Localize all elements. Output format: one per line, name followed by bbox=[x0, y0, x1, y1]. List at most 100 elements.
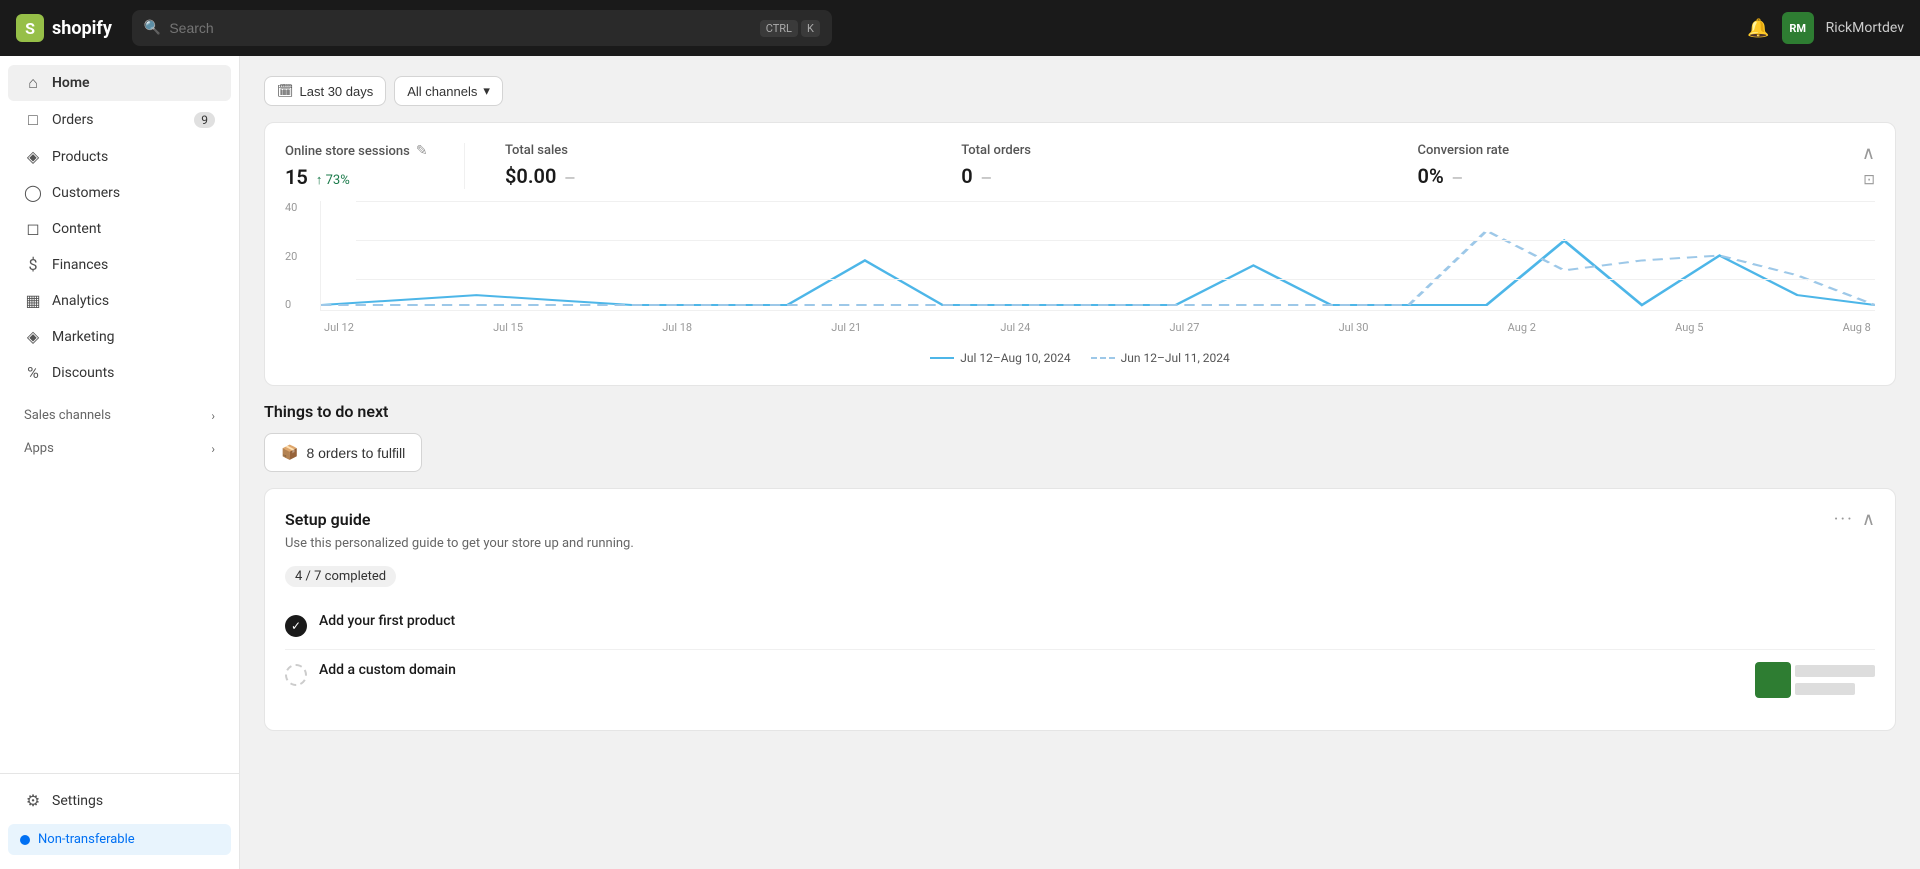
sessions-value-row: 15 ↑ 73% bbox=[285, 165, 444, 189]
sidebar-item-label: Home bbox=[52, 75, 90, 91]
sidebar: ⌂ Home □ Orders 9 ◈ Products ◯ Customers… bbox=[0, 56, 240, 869]
k-key: K bbox=[801, 20, 820, 37]
conversion-title: Conversion rate bbox=[1418, 143, 1510, 158]
home-icon: ⌂ bbox=[24, 73, 42, 93]
sidebar-item-content[interactable]: ◻ Content bbox=[8, 211, 231, 246]
setup-item-custom-domain[interactable]: Add a custom domain bbox=[285, 649, 1875, 710]
orders-box-icon: 📦 bbox=[281, 444, 298, 461]
setup-guide-description: Use this personalized guide to get your … bbox=[285, 536, 1875, 551]
sidebar-item-customers[interactable]: ◯ Customers bbox=[8, 175, 231, 210]
edit-sessions-icon[interactable]: ✎ bbox=[416, 143, 428, 159]
check-complete-icon: ✓ bbox=[285, 615, 307, 637]
sessions-title: Online store sessions bbox=[285, 144, 410, 159]
topnav: S shopify 🔍 CTRL K 🔔 RM RickMortdev bbox=[0, 0, 1920, 56]
sidebar-item-label: Analytics bbox=[52, 293, 109, 309]
chart-x-labels: Jul 12 Jul 15 Jul 18 Jul 21 Jul 24 Jul 2… bbox=[320, 313, 1875, 341]
sidebar-item-analytics[interactable]: ▦ Analytics bbox=[8, 283, 231, 318]
finances-icon: $ bbox=[24, 255, 42, 274]
search-icon: 🔍 bbox=[144, 20, 161, 36]
things-to-do-title: Things to do next bbox=[264, 402, 1896, 421]
chart-area bbox=[320, 201, 1875, 311]
sidebar-item-label: Marketing bbox=[52, 329, 115, 345]
sidebar-item-home[interactable]: ⌂ Home bbox=[8, 65, 231, 101]
export-icon[interactable]: ⊡ bbox=[1863, 172, 1875, 188]
legend-current-label: Jul 12–Aug 10, 2024 bbox=[960, 351, 1070, 365]
sidebar-item-label: Finances bbox=[52, 257, 108, 273]
sessions-change: ↑ 73% bbox=[316, 172, 350, 188]
sidebar-item-label: Customers bbox=[52, 185, 120, 201]
sidebar-item-settings[interactable]: ⚙ Settings bbox=[8, 783, 231, 818]
legend-previous-label: Jun 12–Jul 11, 2024 bbox=[1121, 351, 1230, 365]
chart-container: 40 20 0 bbox=[285, 201, 1875, 341]
sessions-value: 15 bbox=[285, 165, 308, 189]
search-bar[interactable]: 🔍 CTRL K bbox=[132, 10, 832, 46]
solid-line-icon bbox=[930, 357, 954, 359]
notifications-button[interactable]: 🔔 bbox=[1747, 18, 1769, 39]
fulfill-orders-button[interactable]: 📦 8 orders to fulfill bbox=[264, 433, 422, 472]
sidebar-item-products[interactable]: ◈ Products bbox=[8, 139, 231, 174]
setup-item-label: Add your first product bbox=[319, 613, 455, 629]
legend-current: Jul 12–Aug 10, 2024 bbox=[930, 351, 1070, 365]
search-input[interactable] bbox=[169, 20, 751, 36]
chart-legend: Jul 12–Aug 10, 2024 Jun 12–Jul 11, 2024 bbox=[285, 351, 1875, 365]
collapse-button[interactable]: ∧ bbox=[1862, 143, 1875, 164]
sidebar-item-finances[interactable]: $ Finances bbox=[8, 247, 231, 282]
things-to-do-section: Things to do next 📦 8 orders to fulfill bbox=[264, 402, 1896, 472]
apps-chevron-icon: › bbox=[211, 442, 215, 456]
non-transferable-label: Non-transferable bbox=[38, 832, 135, 847]
apps-section[interactable]: Apps › bbox=[8, 433, 231, 464]
domain-thumb-icon bbox=[1755, 662, 1791, 698]
domain-thumb-line-2 bbox=[1795, 683, 1855, 695]
channels-label: All channels bbox=[407, 84, 477, 99]
channels-filter[interactable]: All channels ▾ bbox=[394, 76, 503, 106]
date-range-label: Last 30 days bbox=[300, 84, 374, 99]
channels-chevron-icon: ▾ bbox=[483, 83, 490, 99]
total-orders-metric: Total orders 0 — bbox=[941, 143, 1397, 188]
ctrl-key: CTRL bbox=[760, 20, 798, 37]
setup-items-list: ✓ Add your first product Add a custom do… bbox=[285, 601, 1875, 710]
dashboard-card: Online store sessions ✎ 15 ↑ 73% Total s… bbox=[264, 122, 1896, 386]
sidebar-item-orders[interactable]: □ Orders 9 bbox=[8, 102, 231, 138]
total-sales-value: $0.00 bbox=[505, 164, 556, 188]
setup-collapse-button[interactable]: ∧ bbox=[1862, 509, 1875, 530]
products-icon: ◈ bbox=[24, 147, 42, 166]
marketing-icon: ◈ bbox=[24, 327, 42, 346]
calendar-icon: 🗓 bbox=[277, 83, 294, 99]
content-icon: ◻ bbox=[24, 219, 42, 238]
conversion-metric: Conversion rate 0% — bbox=[1398, 143, 1854, 188]
sidebar-item-label: Content bbox=[52, 221, 101, 237]
non-transferable-badge[interactable]: Non-transferable bbox=[8, 824, 231, 855]
discounts-icon: % bbox=[24, 363, 42, 382]
shopify-icon: S bbox=[16, 14, 44, 42]
sidebar-item-label: Products bbox=[52, 149, 108, 165]
sidebar-item-marketing[interactable]: ◈ Marketing bbox=[8, 319, 231, 354]
setup-guide-actions: ··· ∧ bbox=[1834, 509, 1875, 530]
fulfill-label: 8 orders to fulfill bbox=[306, 445, 405, 461]
total-sales-metric: Total sales $0.00 — bbox=[485, 143, 941, 188]
orders-icon: □ bbox=[24, 110, 42, 130]
logo[interactable]: S shopify bbox=[16, 14, 112, 42]
dashed-line-icon bbox=[1091, 357, 1115, 359]
logo-text: shopify bbox=[52, 18, 112, 39]
check-incomplete-icon bbox=[285, 664, 307, 686]
progress-label: 4 / 7 completed bbox=[295, 569, 386, 584]
sidebar-item-discounts[interactable]: % Discounts bbox=[8, 355, 231, 390]
other-metrics: Total sales $0.00 — Total orders bbox=[485, 143, 1854, 188]
apps-label: Apps bbox=[24, 441, 54, 456]
chart-y-labels: 40 20 0 bbox=[285, 201, 315, 311]
avatar[interactable]: RM bbox=[1782, 12, 1814, 44]
setup-guide-header: Setup guide ··· ∧ bbox=[285, 509, 1875, 530]
setup-progress-badge: 4 / 7 completed bbox=[285, 566, 396, 587]
settings-icon: ⚙ bbox=[24, 791, 42, 810]
customers-icon: ◯ bbox=[24, 183, 42, 202]
date-range-filter[interactable]: 🗓 Last 30 days bbox=[264, 76, 386, 106]
sidebar-item-label: Orders bbox=[52, 112, 94, 128]
sales-channels-section[interactable]: Sales channels › bbox=[8, 400, 231, 431]
setup-more-button[interactable]: ··· bbox=[1834, 509, 1854, 530]
username-label: RickMortdev bbox=[1826, 20, 1904, 36]
nt-dot-icon bbox=[20, 835, 30, 845]
filter-bar: 🗓 Last 30 days All channels ▾ bbox=[264, 76, 1896, 106]
analytics-icon: ▦ bbox=[24, 291, 42, 310]
sales-channels-chevron-icon: › bbox=[211, 409, 215, 423]
topnav-right: 🔔 RM RickMortdev bbox=[1747, 12, 1904, 44]
